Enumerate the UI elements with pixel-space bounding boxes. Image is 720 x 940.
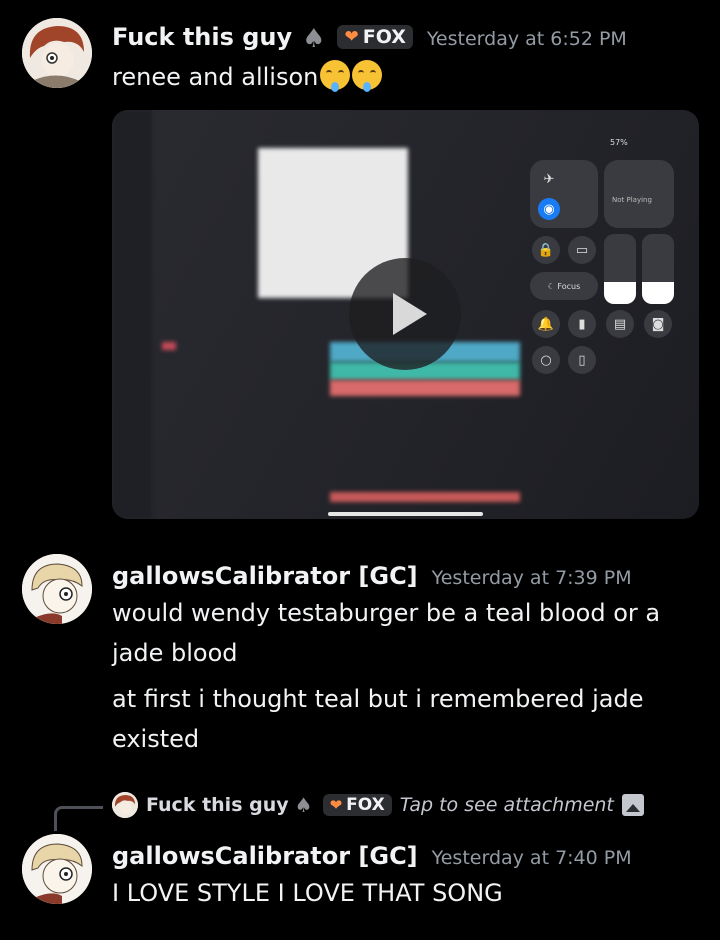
reply-preview[interactable]: Fuck this guy ♠ ❤ FOX Tap to see attachm… <box>112 792 644 818</box>
bell-icon: 🔔 <box>532 310 560 338</box>
message: gallowsCalibrator [GC] Yesterday at 7:40… <box>0 820 720 920</box>
user-avatar[interactable] <box>22 834 92 904</box>
blurred-marker <box>162 342 176 350</box>
image-icon <box>621 794 644 816</box>
reply-preview-text: Tap to see attachment <box>399 794 614 816</box>
play-icon <box>392 293 427 335</box>
user-avatar[interactable] <box>22 18 92 88</box>
video-attachment[interactable]: 57% ✈ ◉ Not Playing 🔒 ▭ ☾ Focus 🔔 ▮ ▤ ◙ … <box>112 110 699 519</box>
timer-icon: ▤ <box>606 310 634 338</box>
lock-rotation-icon: 🔒 <box>532 236 560 264</box>
message-text: at first i thought teal but i remembered… <box>112 685 644 753</box>
username[interactable]: Fuck this guy <box>112 23 292 51</box>
timestamp: Yesterday at 7:39 PM <box>431 567 632 589</box>
home-indicator <box>328 512 483 516</box>
message-text: would wendy testaburger be a teal blood … <box>112 599 661 667</box>
spade-icon: ♠ <box>302 24 326 54</box>
camera-icon: ◙ <box>644 310 672 338</box>
orange-heart-icon: ❤ <box>344 27 359 47</box>
message-header: gallowsCalibrator [GC] Yesterday at 7:40… <box>112 842 632 870</box>
message-text: I LOVE STYLE I LOVE THAT SONG <box>112 879 503 907</box>
avatar-image <box>22 18 92 88</box>
media-status: Not Playing <box>612 196 652 204</box>
blurred-timeline <box>330 492 520 502</box>
message: Fuck this guy ♠ ❤ FOX Yesterday at 6:52 … <box>0 0 720 530</box>
avatar-image <box>22 834 92 904</box>
spade-icon: ♠ <box>294 793 313 817</box>
wifi-icon: ◉ <box>538 198 560 220</box>
drooling-smile-emoji <box>352 60 383 92</box>
timestamp: Yesterday at 7:40 PM <box>431 847 632 869</box>
username[interactable]: gallowsCalibrator [GC] <box>112 842 418 870</box>
focus-button: ☾ Focus <box>530 272 598 300</box>
reply-username[interactable]: Fuck this guy <box>146 794 289 816</box>
remote-icon: ▯ <box>568 346 596 374</box>
server-tag[interactable]: ❤ FOX <box>337 25 413 49</box>
volume-slider <box>642 234 674 304</box>
message-header: Fuck this guy ♠ ❤ FOX Yesterday at 6:52 … <box>112 22 627 54</box>
server-tag[interactable]: ❤ FOX <box>322 794 392 816</box>
battery-status: 57% <box>610 138 628 147</box>
message-text: renee and allison <box>112 57 692 97</box>
drooling-smile-emoji <box>320 60 351 92</box>
user-avatar[interactable] <box>22 554 92 624</box>
avatar-image <box>22 554 92 624</box>
timestamp: Yesterday at 6:52 PM <box>426 28 627 50</box>
media-panel <box>604 160 674 228</box>
airplane-icon: ✈ <box>538 168 560 190</box>
connectivity-panel <box>530 160 598 228</box>
blurred-timeline <box>330 380 520 396</box>
reply-avatar <box>112 792 138 818</box>
flashlight-icon: ▮ <box>568 310 596 338</box>
message-content: renee and allison <box>112 63 319 91</box>
screen-mirror-icon: ▭ <box>568 236 596 264</box>
message: gallowsCalibrator [GC] Yesterday at 7:39… <box>0 540 720 770</box>
tag-label: FOX <box>346 795 385 815</box>
play-button[interactable] <box>349 258 461 370</box>
orange-heart-icon: ❤ <box>329 796 343 814</box>
message-header: gallowsCalibrator [GC] Yesterday at 7:39… <box>112 562 632 590</box>
record-icon: ○ <box>532 346 560 374</box>
username[interactable]: gallowsCalibrator [GC] <box>112 562 418 590</box>
brightness-slider <box>604 234 636 304</box>
tag-label: FOX <box>362 26 406 48</box>
blurred-sidebar <box>112 110 152 519</box>
